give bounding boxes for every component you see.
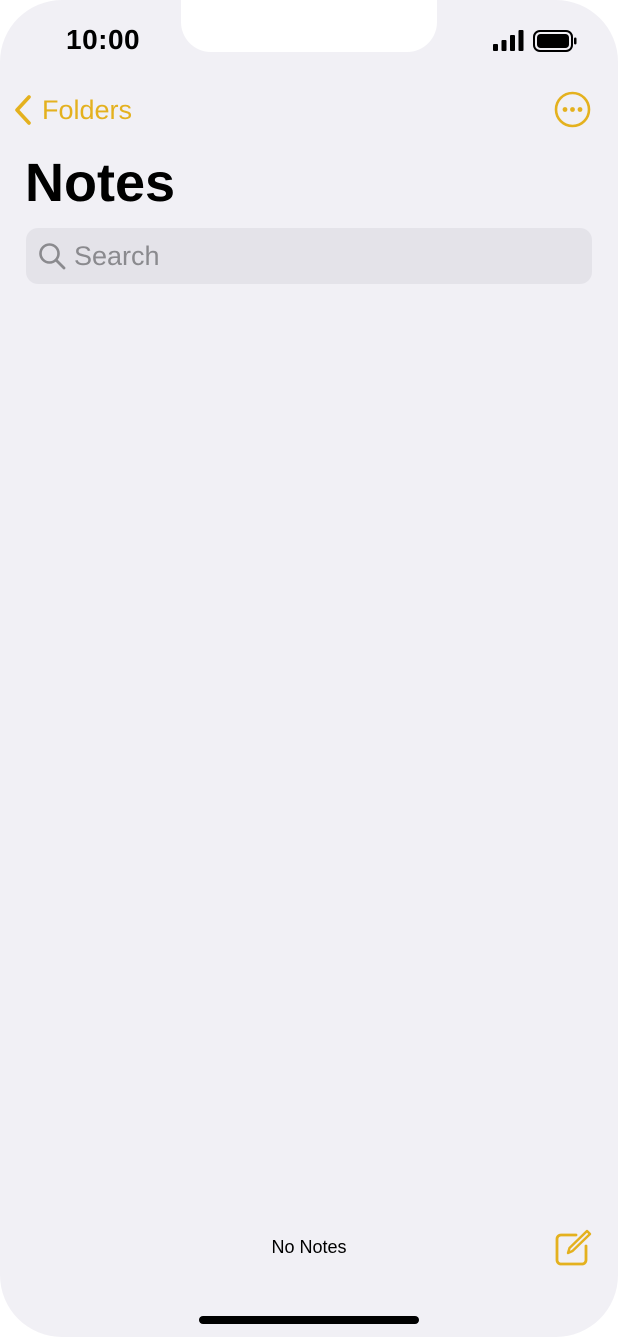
battery-full-icon xyxy=(533,30,577,52)
ellipsis-circle-icon[interactable] xyxy=(554,91,591,128)
back-button-label: Folders xyxy=(42,94,133,125)
phone-screen: 10:00 Folders Notes No Notes xyxy=(0,0,618,1337)
search-input[interactable] xyxy=(74,236,554,276)
search-icon xyxy=(39,243,66,270)
page-title: Notes xyxy=(25,153,176,213)
chevron-left-icon xyxy=(15,95,31,125)
search-bar[interactable] xyxy=(26,228,592,284)
note-count-label: No Notes xyxy=(271,1237,347,1257)
home-indicator[interactable] xyxy=(199,1316,419,1324)
compose-icon[interactable] xyxy=(554,1229,592,1267)
status-time: 10:00 xyxy=(66,24,141,55)
device-notch xyxy=(181,0,437,52)
cellular-signal-icon xyxy=(493,30,524,51)
back-button[interactable]: Folders xyxy=(12,92,132,128)
